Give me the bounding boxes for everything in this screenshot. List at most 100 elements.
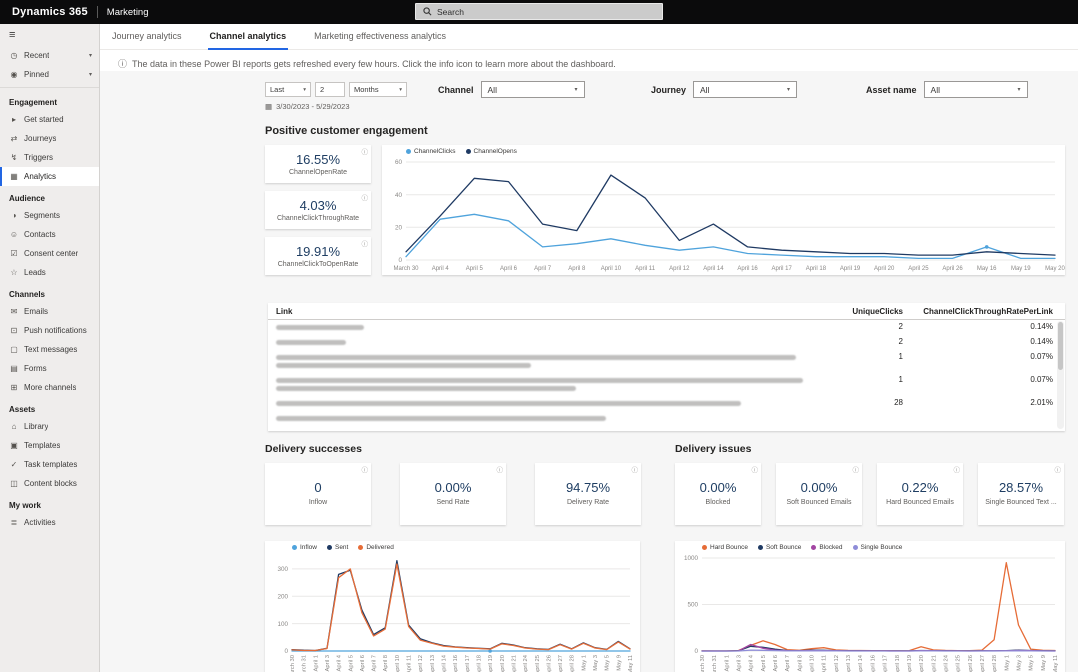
- sidebar-item-content-blocks[interactable]: ◫ Content blocks: [0, 474, 99, 493]
- svg-text:April 14: April 14: [703, 266, 724, 272]
- info-icon[interactable]: ⓘ: [497, 464, 504, 474]
- info-icon[interactable]: ⓘ: [362, 464, 369, 474]
- sidebar-item-leads[interactable]: ☆ Leads: [0, 263, 99, 282]
- sidebar-item-library[interactable]: ⌂ Library: [0, 417, 99, 436]
- svg-text:April 7: April 7: [534, 266, 552, 272]
- date-range-value-input[interactable]: [315, 82, 345, 97]
- link-cell[interactable]: [276, 375, 813, 394]
- sidebar-item-journeys[interactable]: ⇄ Journeys: [0, 129, 99, 148]
- hamburger-icon: ≡: [9, 29, 16, 41]
- sidebar-item-forms[interactable]: ▤ Forms: [0, 359, 99, 378]
- info-icon[interactable]: ⓘ: [118, 57, 127, 70]
- sidebar-item-recent[interactable]: ◷ Recent ▾: [0, 46, 99, 65]
- svg-text:April 4: April 4: [749, 654, 755, 671]
- asset-name-dropdown[interactable]: All ▾: [923, 81, 1028, 98]
- legend-item-sent[interactable]: Sent: [326, 544, 349, 551]
- analytics-icon: ▦: [10, 172, 18, 181]
- global-search-box[interactable]: [415, 3, 663, 20]
- svg-text:April 20: April 20: [500, 655, 506, 672]
- sidebar-item-push-notifications[interactable]: ⊡ Push notifications: [0, 321, 99, 340]
- chart-legend: Hard Bounce Soft Bounce Blocked Single Boun…: [702, 544, 902, 551]
- tab-channel-analytics[interactable]: Channel analytics: [207, 31, 289, 50]
- sidebar-item-consent-center[interactable]: ☑ Consent center: [0, 244, 99, 263]
- legend-item-channelopens[interactable]: ChannelOpens: [465, 148, 517, 155]
- date-range-unit-dropdown[interactable]: Months ▾: [349, 82, 407, 97]
- legend-item-hard-bounce[interactable]: Hard Bounce: [702, 544, 748, 551]
- tab-marketing-effectiveness-analytics[interactable]: Marketing effectiveness analytics: [312, 31, 448, 50]
- info-icon[interactable]: ⓘ: [853, 464, 860, 474]
- app-area-title[interactable]: Marketing: [107, 7, 149, 18]
- sidebar-item-templates[interactable]: ▣ Templates: [0, 436, 99, 455]
- info-icon[interactable]: ⓘ: [362, 192, 369, 202]
- info-icon[interactable]: ⓘ: [362, 146, 369, 156]
- legend-item-inflow[interactable]: Inflow: [292, 544, 317, 551]
- sidebar-item-more-channels[interactable]: ⊞ More channels: [0, 378, 99, 397]
- kpi-value: 94.75%: [565, 480, 611, 496]
- svg-text:April 11: April 11: [635, 266, 656, 272]
- svg-text:April 13: April 13: [846, 655, 852, 672]
- link-cell[interactable]: [276, 337, 813, 348]
- legend-item-blocked[interactable]: Blocked: [811, 544, 843, 551]
- svg-text:April 28: April 28: [992, 655, 998, 672]
- column-header-link[interactable]: Link: [276, 307, 813, 316]
- kpi-label: Single Bounced Text ...: [985, 499, 1057, 507]
- link-cell[interactable]: [276, 322, 813, 333]
- sms-icon: ▢: [10, 345, 18, 354]
- kpi-label: Hard Bounced Emails: [886, 499, 954, 507]
- column-header-rate[interactable]: ChannelClickThroughRatePerLink: [903, 307, 1053, 316]
- legend-item-soft-bounce[interactable]: Soft Bounce: [757, 544, 802, 551]
- sidebar-item-pinned[interactable]: ◉ Pinned ▾: [0, 65, 99, 84]
- sidebar-item-get-started[interactable]: ▸ Get started: [0, 110, 99, 129]
- rate-cell: 2.01%: [1030, 398, 1053, 407]
- tab-journey-analytics[interactable]: Journey analytics: [110, 31, 184, 50]
- info-icon[interactable]: ⓘ: [752, 464, 759, 474]
- table-scrollbar-thumb[interactable]: [1058, 322, 1063, 370]
- date-range-type-dropdown[interactable]: Last ▾: [265, 82, 311, 97]
- info-icon[interactable]: ⓘ: [362, 238, 369, 248]
- journey-dropdown[interactable]: All ▾: [693, 81, 798, 98]
- sidebar-item-segments[interactable]: ◑ Segments: [0, 206, 99, 225]
- svg-text:April 18: April 18: [477, 655, 483, 672]
- link-cell[interactable]: [276, 352, 813, 371]
- legend-swatch-icon: [406, 149, 411, 154]
- info-icon[interactable]: ⓘ: [954, 464, 961, 474]
- svg-text:300: 300: [277, 566, 288, 573]
- info-icon[interactable]: ⓘ: [1055, 464, 1062, 474]
- sidebar-item-triggers[interactable]: ↯ Triggers: [0, 148, 99, 167]
- table-scrollbar[interactable]: [1057, 321, 1064, 429]
- table-row: 1 0.07%: [268, 350, 1065, 373]
- search-input[interactable]: [437, 6, 655, 17]
- svg-text:March 30: March 30: [700, 655, 706, 672]
- svg-text:April 16: April 16: [870, 655, 876, 672]
- link-cell[interactable]: [276, 398, 813, 409]
- svg-text:May 16: May 16: [977, 266, 997, 272]
- svg-text:April 17: April 17: [772, 266, 793, 272]
- sidebar-item-analytics[interactable]: ▦ Analytics: [0, 167, 99, 186]
- link-cell[interactable]: [276, 413, 813, 424]
- svg-text:April 25: April 25: [956, 655, 962, 672]
- table-row: 28 2.01%: [268, 396, 1065, 411]
- sidebar-item-contacts[interactable]: ☺ Contacts: [0, 225, 99, 244]
- sidebar-collapse-button[interactable]: ≡: [0, 24, 99, 46]
- sidebar-item-label: Push notifications: [24, 326, 87, 335]
- legend-label: Sent: [334, 544, 349, 551]
- info-banner: ⓘ The data in these Power BI reports get…: [118, 57, 616, 70]
- legend-item-delivered[interactable]: Delivered: [358, 544, 394, 551]
- info-icon[interactable]: ⓘ: [632, 464, 639, 474]
- svg-text:100: 100: [277, 621, 288, 628]
- column-header-unique-clicks[interactable]: UniqueClicks: [813, 307, 903, 316]
- sidebar-item-task-templates[interactable]: ✓ Task templates: [0, 455, 99, 474]
- powerbi-report-canvas: Last ▾ Months ▾ ▦ 3/30/2023 - 5/29/2023 …: [100, 71, 1078, 672]
- svg-text:April 5: April 5: [761, 655, 767, 671]
- sidebar-item-text-messages[interactable]: ▢ Text messages: [0, 340, 99, 359]
- channel-dropdown[interactable]: All ▾: [480, 81, 585, 98]
- legend-label: Soft Bounce: [765, 544, 802, 551]
- sidebar-item-emails[interactable]: ✉ Emails: [0, 302, 99, 321]
- svg-text:April 1: April 1: [313, 655, 319, 671]
- svg-text:April 12: April 12: [669, 266, 690, 272]
- table-row: [268, 411, 1065, 426]
- sidebar-item-label: Task templates: [24, 460, 78, 469]
- sidebar-item-activities[interactable]: ≣ Activities: [0, 513, 99, 532]
- legend-item-channelclicks[interactable]: ChannelClicks: [406, 148, 456, 155]
- legend-item-single-bounce[interactable]: Single Bounce: [852, 544, 902, 551]
